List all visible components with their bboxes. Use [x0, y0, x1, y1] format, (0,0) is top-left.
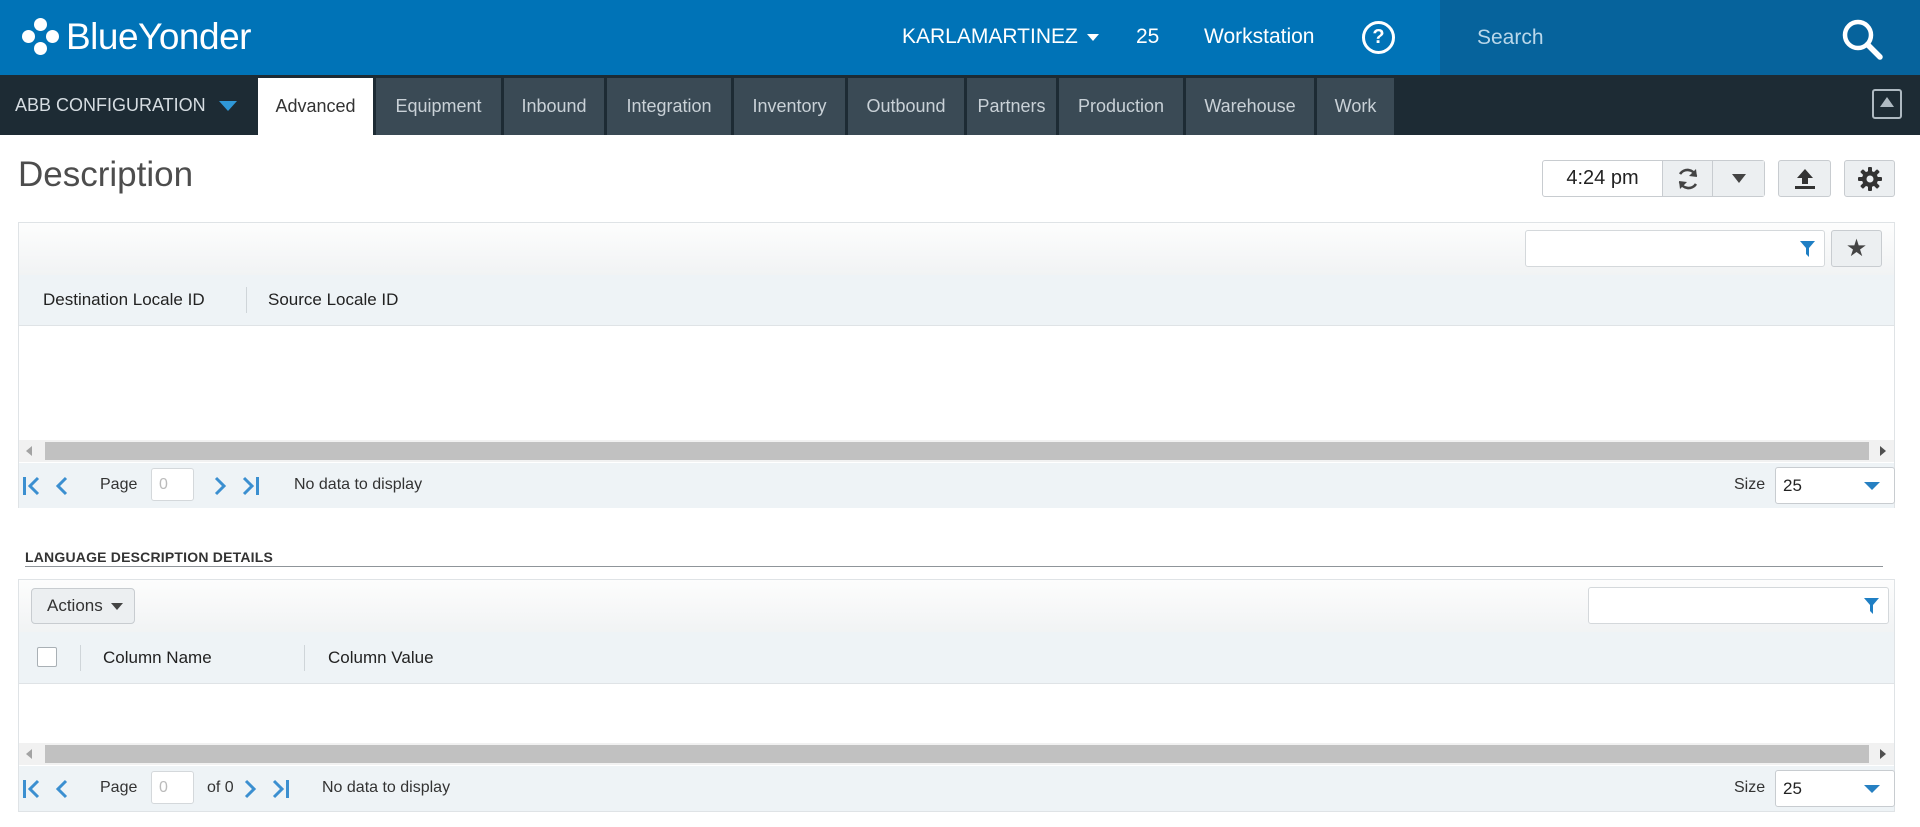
- scroll-left-icon[interactable]: [26, 749, 32, 759]
- select-all-checkbox[interactable]: [37, 647, 57, 667]
- workstation-link[interactable]: Workstation: [1204, 25, 1315, 49]
- search-input[interactable]: [1440, 0, 1830, 75]
- next-page-icon[interactable]: [239, 778, 261, 800]
- page-size-value: 25: [1783, 779, 1802, 798]
- column-header-source-locale-id[interactable]: Source Locale ID: [268, 290, 398, 310]
- grid-header-row: Column Name Column Value: [19, 632, 1894, 684]
- tab-advanced[interactable]: Advanced: [258, 78, 373, 135]
- nav-tabs: Advanced Equipment Inbound Integration I…: [258, 78, 1397, 135]
- grid-toolbar: Actions: [19, 580, 1894, 632]
- column-header-destination-locale-id[interactable]: Destination Locale ID: [43, 290, 205, 310]
- page-title: Description: [18, 155, 194, 194]
- last-page-icon[interactable]: [239, 475, 261, 497]
- user-menu[interactable]: KARLAMARTINEZ: [902, 25, 1099, 49]
- pagination-bar: Page 0 of 0 No data to display Size 25: [19, 766, 1895, 811]
- page-size-value: 25: [1783, 476, 1802, 495]
- column-header-column-name[interactable]: Column Name: [103, 648, 212, 668]
- last-page-icon[interactable]: [269, 778, 291, 800]
- first-page-icon[interactable]: [21, 475, 43, 497]
- actions-label: Actions: [47, 596, 103, 615]
- chevron-down-icon: [1864, 785, 1880, 793]
- previous-page-icon[interactable]: [51, 778, 73, 800]
- column-divider[interactable]: [80, 645, 81, 671]
- refresh-icon: [1678, 168, 1697, 189]
- page-size-dropdown[interactable]: [1850, 771, 1894, 806]
- search-icon[interactable]: [1840, 17, 1884, 61]
- column-divider[interactable]: [304, 645, 305, 671]
- page-label: Page: [100, 779, 138, 796]
- horizontal-scrollbar[interactable]: [19, 743, 1894, 765]
- filter-icon: [1800, 241, 1815, 257]
- user-name: KARLAMARTINEZ: [902, 25, 1078, 48]
- language-description-details-grid: Actions Column Name Column Value Page 0 …: [18, 579, 1895, 812]
- refresh-button[interactable]: [1663, 161, 1713, 196]
- filter-icon: [1864, 598, 1879, 614]
- grid-toolbar: ★: [19, 223, 1894, 275]
- refresh-control: 4:24 pm: [1542, 160, 1765, 197]
- upload-icon: [1794, 168, 1815, 189]
- page-size-select[interactable]: 25: [1775, 770, 1895, 807]
- size-label: Size: [1734, 779, 1766, 796]
- gear-icon: [1857, 166, 1882, 191]
- grid-filter-input[interactable]: [1588, 587, 1889, 624]
- tab-partners[interactable]: Partners: [967, 78, 1056, 135]
- page-label: Page: [100, 476, 138, 493]
- chevron-down-icon: [1864, 482, 1880, 490]
- chevron-down-icon: [110, 602, 123, 610]
- page-size-dropdown[interactable]: [1850, 468, 1894, 503]
- top-header: BlueYonder KARLAMARTINEZ 25 Workstation …: [0, 0, 1920, 75]
- grid-header-row: Destination Locale ID Source Locale ID: [19, 275, 1894, 326]
- last-refresh-time: 4:24 pm: [1543, 161, 1663, 196]
- chevron-down-icon[interactable]: [219, 101, 237, 111]
- app-selector-label: ABB CONFIGURATION: [15, 94, 206, 115]
- scroll-left-icon[interactable]: [26, 446, 32, 456]
- description-grid: ★ Destination Locale ID Source Locale ID…: [18, 222, 1895, 508]
- tab-inventory[interactable]: Inventory: [734, 78, 845, 135]
- actions-button[interactable]: Actions: [31, 588, 135, 624]
- section-divider: [25, 566, 1883, 567]
- scroll-right-icon[interactable]: [1880, 749, 1886, 759]
- chevron-down-icon: [1731, 174, 1746, 183]
- tab-warehouse[interactable]: Warehouse: [1186, 78, 1314, 135]
- column-divider[interactable]: [246, 287, 247, 313]
- first-page-icon[interactable]: [21, 778, 43, 800]
- collapse-header-button[interactable]: [1872, 89, 1902, 119]
- grid-status: No data to display: [322, 779, 451, 796]
- scroll-right-icon[interactable]: [1880, 446, 1886, 456]
- tab-production[interactable]: Production: [1059, 78, 1183, 135]
- horizontal-scrollbar[interactable]: [19, 440, 1894, 462]
- tab-work[interactable]: Work: [1317, 78, 1394, 135]
- grid-filter-input[interactable]: [1525, 230, 1825, 267]
- scrollbar-thumb[interactable]: [45, 745, 1869, 763]
- tab-inbound[interactable]: Inbound: [504, 78, 604, 135]
- brand-logo[interactable]: BlueYonder: [22, 14, 251, 60]
- tab-outbound[interactable]: Outbound: [848, 78, 964, 135]
- pagination-bar: Page 0 No data to display Size 25: [19, 463, 1895, 508]
- warehouse-number[interactable]: 25: [1136, 25, 1159, 49]
- logo-icon: [22, 18, 60, 56]
- grid-status: No data to display: [294, 476, 423, 493]
- size-label: Size: [1734, 476, 1766, 493]
- favorite-button[interactable]: ★: [1831, 230, 1882, 267]
- page-size-select[interactable]: 25: [1775, 467, 1895, 504]
- page-total: of 0: [207, 779, 234, 796]
- page-number-input[interactable]: 0: [151, 771, 194, 804]
- star-icon: ★: [1845, 235, 1868, 262]
- next-page-icon[interactable]: [209, 475, 231, 497]
- refresh-options-button[interactable]: [1713, 161, 1764, 196]
- chevron-down-icon: [1086, 33, 1099, 41]
- section-title: LANGUAGE DESCRIPTION DETAILS: [25, 549, 274, 565]
- previous-page-icon[interactable]: [51, 475, 73, 497]
- tab-equipment[interactable]: Equipment: [376, 78, 501, 135]
- app-nav-bar: ABB CONFIGURATION Advanced Equipment Inb…: [0, 75, 1920, 135]
- app-selector[interactable]: ABB CONFIGURATION: [15, 75, 206, 135]
- brand-name: BlueYonder: [66, 16, 251, 57]
- help-icon[interactable]: ?: [1362, 21, 1395, 54]
- tab-integration[interactable]: Integration: [607, 78, 731, 135]
- column-header-column-value[interactable]: Column Value: [328, 648, 434, 668]
- export-button[interactable]: [1778, 160, 1831, 197]
- scrollbar-thumb[interactable]: [45, 442, 1869, 460]
- page-number-input[interactable]: 0: [151, 468, 194, 501]
- settings-button[interactable]: [1844, 160, 1895, 197]
